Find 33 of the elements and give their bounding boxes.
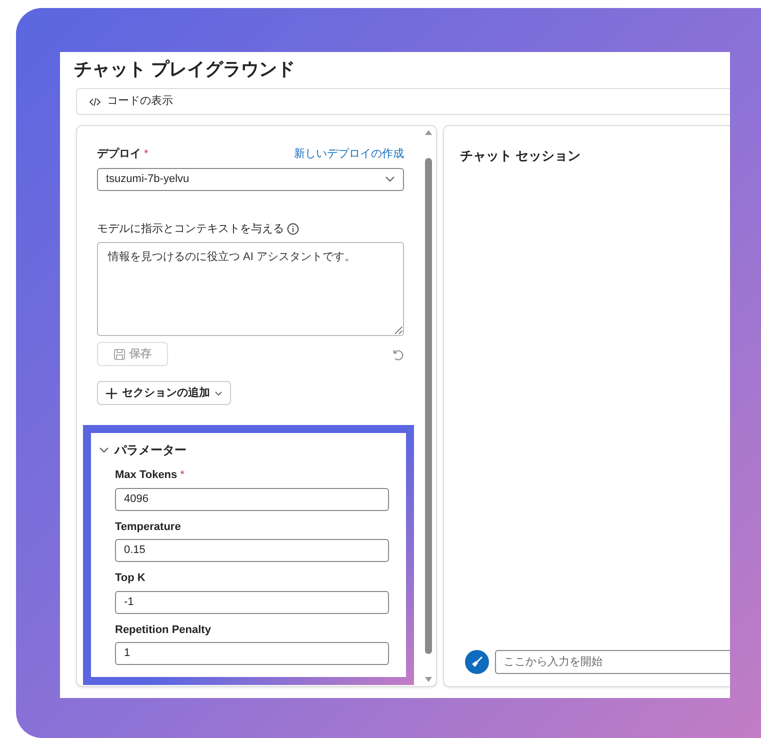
field-label: デプロイ xyxy=(97,146,141,162)
required-mark: * xyxy=(144,147,148,162)
field-label: Repetition Penalty xyxy=(115,622,211,638)
field-label: Max Tokens xyxy=(115,468,178,483)
field-label: Temperature xyxy=(115,520,181,534)
undo-icon[interactable] xyxy=(391,348,404,360)
clear-chat-button[interactable] xyxy=(465,650,489,674)
code-view-button[interactable]: コードの表示 xyxy=(76,88,730,115)
deployment-dropdown[interactable]: tsuzumi-7b-yelvu xyxy=(97,168,404,190)
chat-title: チャット セッション xyxy=(460,147,582,165)
save-icon xyxy=(114,348,124,360)
parameter-input[interactable]: 4096 xyxy=(115,488,389,510)
instructions-textarea[interactable]: 情報を見つけるのに役立つ AI アシスタントです。 xyxy=(97,242,404,336)
plus-icon xyxy=(106,388,117,398)
scrollbar-thumb[interactable] xyxy=(424,158,432,654)
field-label: Top K xyxy=(115,571,146,586)
parameter-input[interactable]: -1 xyxy=(115,590,389,614)
code-icon xyxy=(89,96,101,106)
chat-input[interactable]: ここから入力を開始 xyxy=(494,650,730,674)
parameter-input[interactable]: 1 xyxy=(115,642,389,665)
field-label: モデルに指示とコンテキストを与える xyxy=(97,222,284,236)
info-icon xyxy=(286,222,299,235)
required-mark: * xyxy=(180,468,184,483)
chevron-down-icon xyxy=(385,176,395,182)
broom-icon xyxy=(471,656,483,668)
parameters-header[interactable]: パラメーター xyxy=(99,441,406,459)
add-section-button[interactable]: セクションの追加 xyxy=(97,381,231,405)
parameter-input[interactable]: 0.15 xyxy=(115,539,389,562)
chevron-down-icon xyxy=(215,390,222,396)
scroll-up-icon[interactable] xyxy=(424,130,432,135)
page-title: チャット プレイグラウンド xyxy=(74,58,296,80)
create-deployment-link[interactable]: 新しいデプロイの作成 xyxy=(294,146,404,162)
scroll-down-icon[interactable] xyxy=(424,677,432,682)
